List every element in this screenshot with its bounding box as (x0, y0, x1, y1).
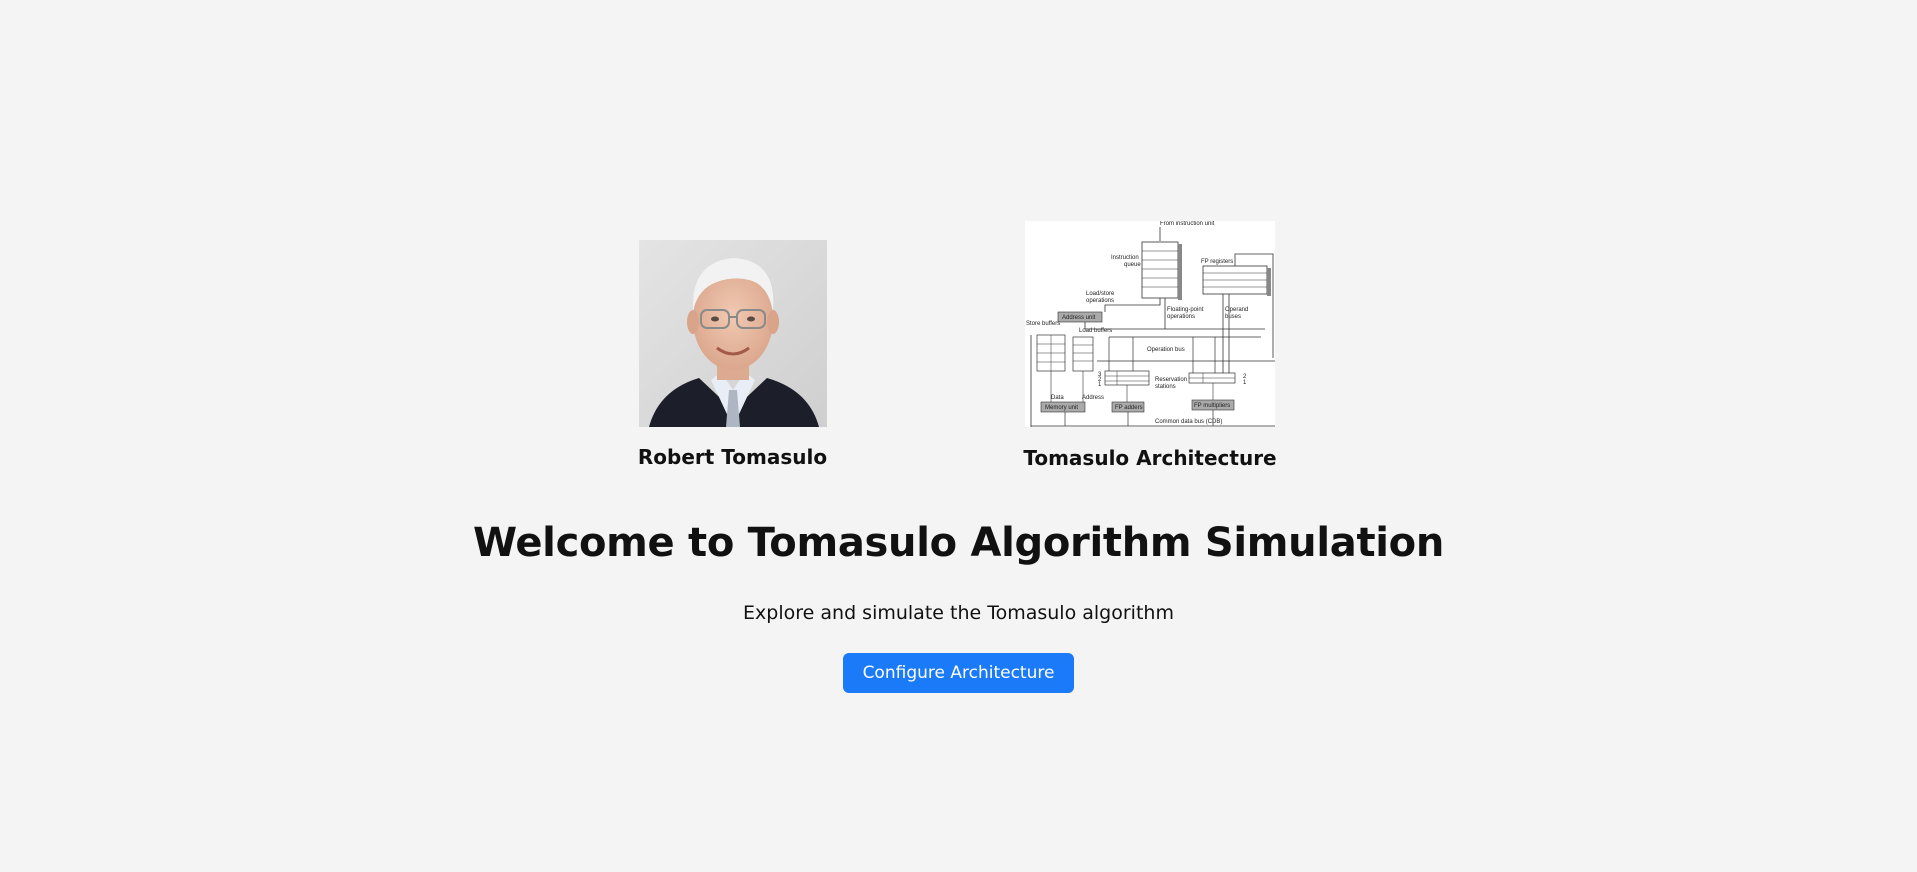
diagram-label: Reservation (1155, 377, 1187, 383)
diagram-label: queue (1124, 262, 1141, 268)
diagram-label: Common data bus (CDB) (1155, 419, 1222, 425)
diagram-label: operations (1167, 314, 1195, 320)
diagram-label: FP adders (1115, 405, 1143, 411)
diagram-label: Data (1051, 395, 1064, 401)
architecture-diagram: From instruction unit Instruction queue … (1026, 221, 1275, 427)
diagram-label: buses (1225, 314, 1241, 320)
diagram-label: FP multipliers (1194, 403, 1230, 409)
figure-robert-tomasulo: Robert Tomasulo (580, 240, 885, 469)
figure-tomasulo-architecture: From instruction unit Instruction queue … (975, 221, 1325, 470)
portrait-image (638, 240, 827, 427)
diagram-label: stations (1155, 384, 1176, 390)
diagram-label: Operation bus (1147, 347, 1185, 353)
diagram-label: Instruction (1111, 255, 1139, 261)
diagram-label: Memory unit (1045, 405, 1078, 411)
diagram-label: Floating-point (1167, 307, 1204, 313)
diagram-label: From instruction unit (1160, 221, 1215, 227)
diagram-label: FP registers (1201, 259, 1233, 265)
tomasulo-architecture-caption: Tomasulo Architecture (1023, 446, 1277, 470)
hero-section: Welcome to Tomasulo Algorithm Simulation… (0, 520, 1917, 693)
diagram-label: 1 (1098, 382, 1102, 388)
diagram-label: Load/store (1086, 291, 1115, 297)
tomasulo-architecture-diagram: From instruction unit Instruction queue … (1025, 221, 1275, 427)
robert-tomasulo-caption: Robert Tomasulo (637, 445, 828, 469)
home-page: Robert Tomasulo From instruction unit In… (0, 0, 1917, 872)
diagram-label: Operand (1225, 307, 1248, 313)
diagram-label: Address (1082, 395, 1104, 401)
robert-tomasulo-photo (638, 240, 827, 427)
page-subtitle: Explore and simulate the Tomasulo algori… (743, 602, 1174, 624)
diagram-label: Store buffers (1026, 321, 1060, 327)
configure-architecture-button[interactable]: Configure Architecture (842, 653, 1075, 693)
diagram-label: operations (1086, 298, 1114, 304)
page-title: Welcome to Tomasulo Algorithm Simulation (472, 520, 1445, 566)
diagram-label: 1 (1243, 380, 1247, 386)
diagram-label: Address unit (1062, 315, 1096, 321)
